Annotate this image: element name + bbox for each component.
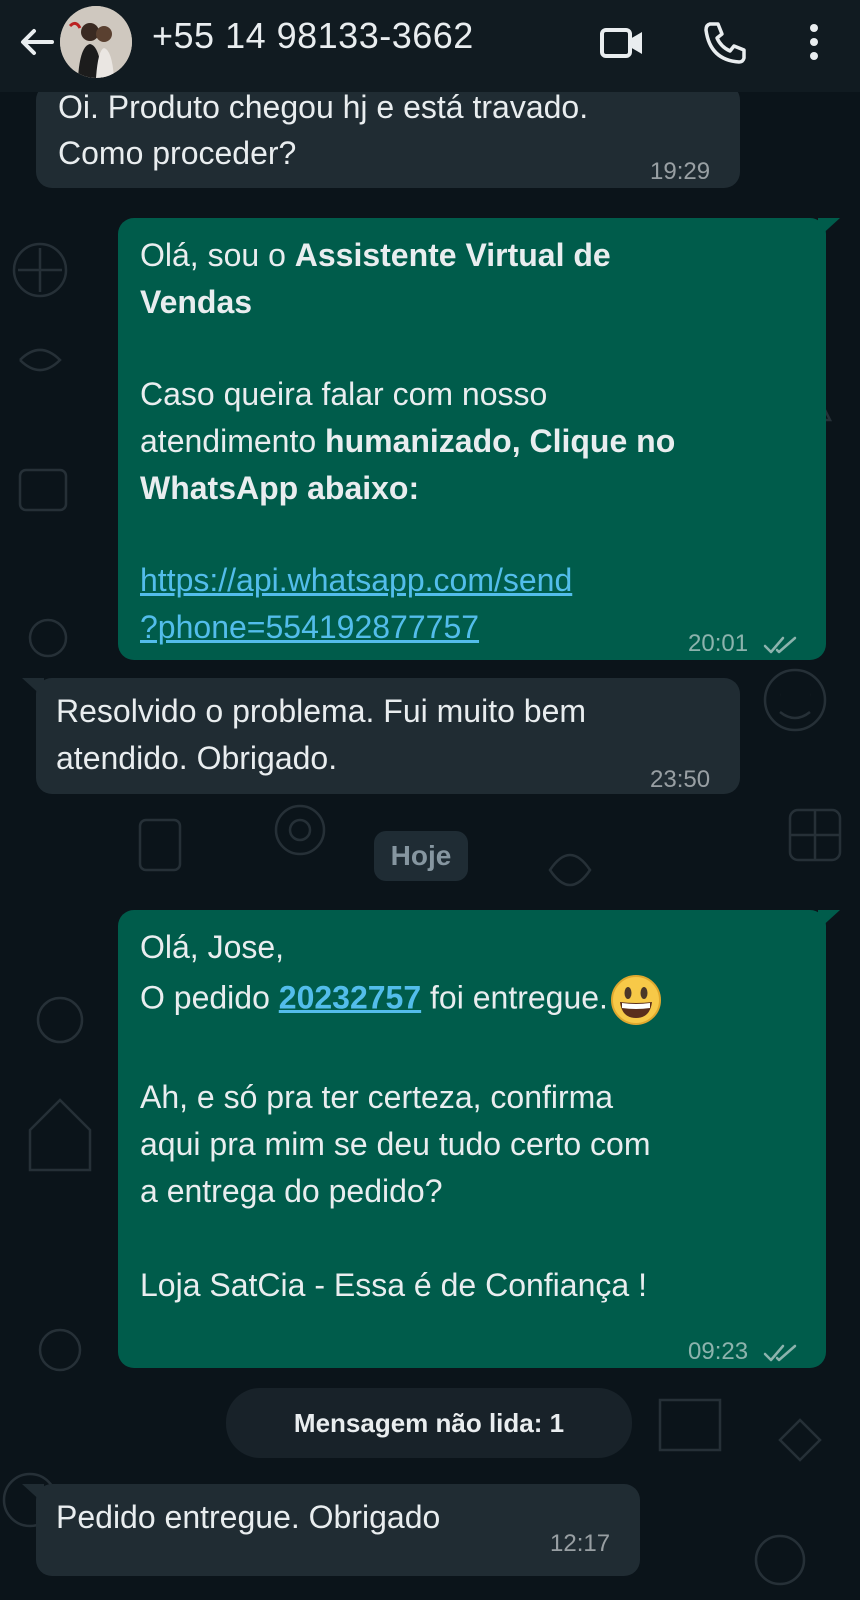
text-bold: Vendas xyxy=(140,284,253,320)
incoming-message[interactable]: Resolvido o problema. Fui muito bem aten… xyxy=(22,678,740,794)
message-link[interactable]: https://api.whatsapp.com/send xyxy=(140,557,572,604)
double-check-icon xyxy=(763,1344,796,1361)
message-time: 12:17 xyxy=(550,1530,611,1557)
bubble-tail xyxy=(22,1484,44,1504)
link-text[interactable]: ?phone=554192877757 xyxy=(140,609,479,645)
unread-messages-divider: Mensagem não lida: 1 xyxy=(226,1388,632,1458)
message-time: 20:01 xyxy=(688,620,797,667)
video-call-icon[interactable] xyxy=(598,18,646,66)
incoming-message[interactable]: Pedido entregue. Obrigado 12:17 xyxy=(22,1484,640,1576)
back-arrow-icon[interactable] xyxy=(14,20,58,64)
text-plain: Olá, sou o xyxy=(140,237,295,273)
message-text: a entrega do pedido? xyxy=(140,1173,443,1209)
message-time: 09:23 xyxy=(688,1328,797,1375)
message-link[interactable]: ?phone=554192877757 xyxy=(140,604,479,651)
text-plain: atendimento xyxy=(140,423,326,459)
message-text: Como proceder? xyxy=(58,135,297,171)
message-text: Resolvido o problema. Fui muito bem xyxy=(56,693,587,729)
date-divider: Hoje xyxy=(374,831,468,881)
text-plain: foi entregue. xyxy=(421,979,608,1016)
bubble-tail xyxy=(818,218,840,238)
avatar-photo xyxy=(60,6,132,78)
message-time: 23:50 xyxy=(650,766,711,793)
message-text: atendimento humanizado, Clique no xyxy=(140,418,675,465)
message-text: Vendas xyxy=(140,279,252,326)
grinning-face-emoji xyxy=(610,975,661,1025)
outgoing-message[interactable]: Olá, Jose, O pedido 20232757 foi entregu… xyxy=(118,910,840,1368)
more-vert-icon[interactable] xyxy=(790,18,838,66)
message-text: WhatsApp abaixo: xyxy=(140,465,419,512)
message-text: Olá, sou o Assistente Virtual de xyxy=(140,232,611,279)
order-number-link[interactable]: 20232757 xyxy=(279,979,421,1015)
text-plain: O pedido xyxy=(140,979,279,1016)
link-text[interactable]: https://api.whatsapp.com/send xyxy=(140,562,572,598)
message-text: Olá, Jose, xyxy=(140,929,285,965)
text-bold: WhatsApp abaixo: xyxy=(140,470,420,506)
incoming-message[interactable]: Oi. Produto chegou hj e está travado. Co… xyxy=(36,84,740,188)
message-text: Loja SatCia - Essa é de Confiança ! xyxy=(140,1267,647,1303)
message-text: Pedido entregue. Obrigado xyxy=(56,1499,441,1535)
outgoing-message[interactable]: Olá, sou o Assistente Virtual de Vendas … xyxy=(118,218,840,660)
chat-header: +55 14 98133-3662 xyxy=(0,0,860,92)
chat-area: Oi. Produto chegou hj e está travado. Co… xyxy=(0,84,860,1600)
message-time: 19:29 xyxy=(650,158,711,185)
time-text: 09:23 xyxy=(688,1338,749,1365)
message-text: Ah, e só pra ter certeza, confirma xyxy=(140,1079,614,1115)
bubble-tail xyxy=(818,910,840,930)
text-bold: humanizado, Clique no xyxy=(325,423,676,459)
message-text: Caso queira falar com nosso xyxy=(140,376,548,412)
text-bold: Assistente Virtual de xyxy=(294,237,611,273)
message-text: atendido. Obrigado. xyxy=(56,740,338,776)
time-text: 20:01 xyxy=(688,630,749,657)
contact-name[interactable]: +55 14 98133-3662 xyxy=(152,14,474,58)
avatar[interactable] xyxy=(60,6,132,78)
double-check-icon xyxy=(763,636,796,653)
message-text: O pedido 20232757 foi entregue. xyxy=(140,974,662,1026)
message-text: aqui pra mim se deu tudo certo com xyxy=(140,1126,651,1162)
phone-icon[interactable] xyxy=(700,18,748,66)
bubble-tail xyxy=(22,678,44,698)
